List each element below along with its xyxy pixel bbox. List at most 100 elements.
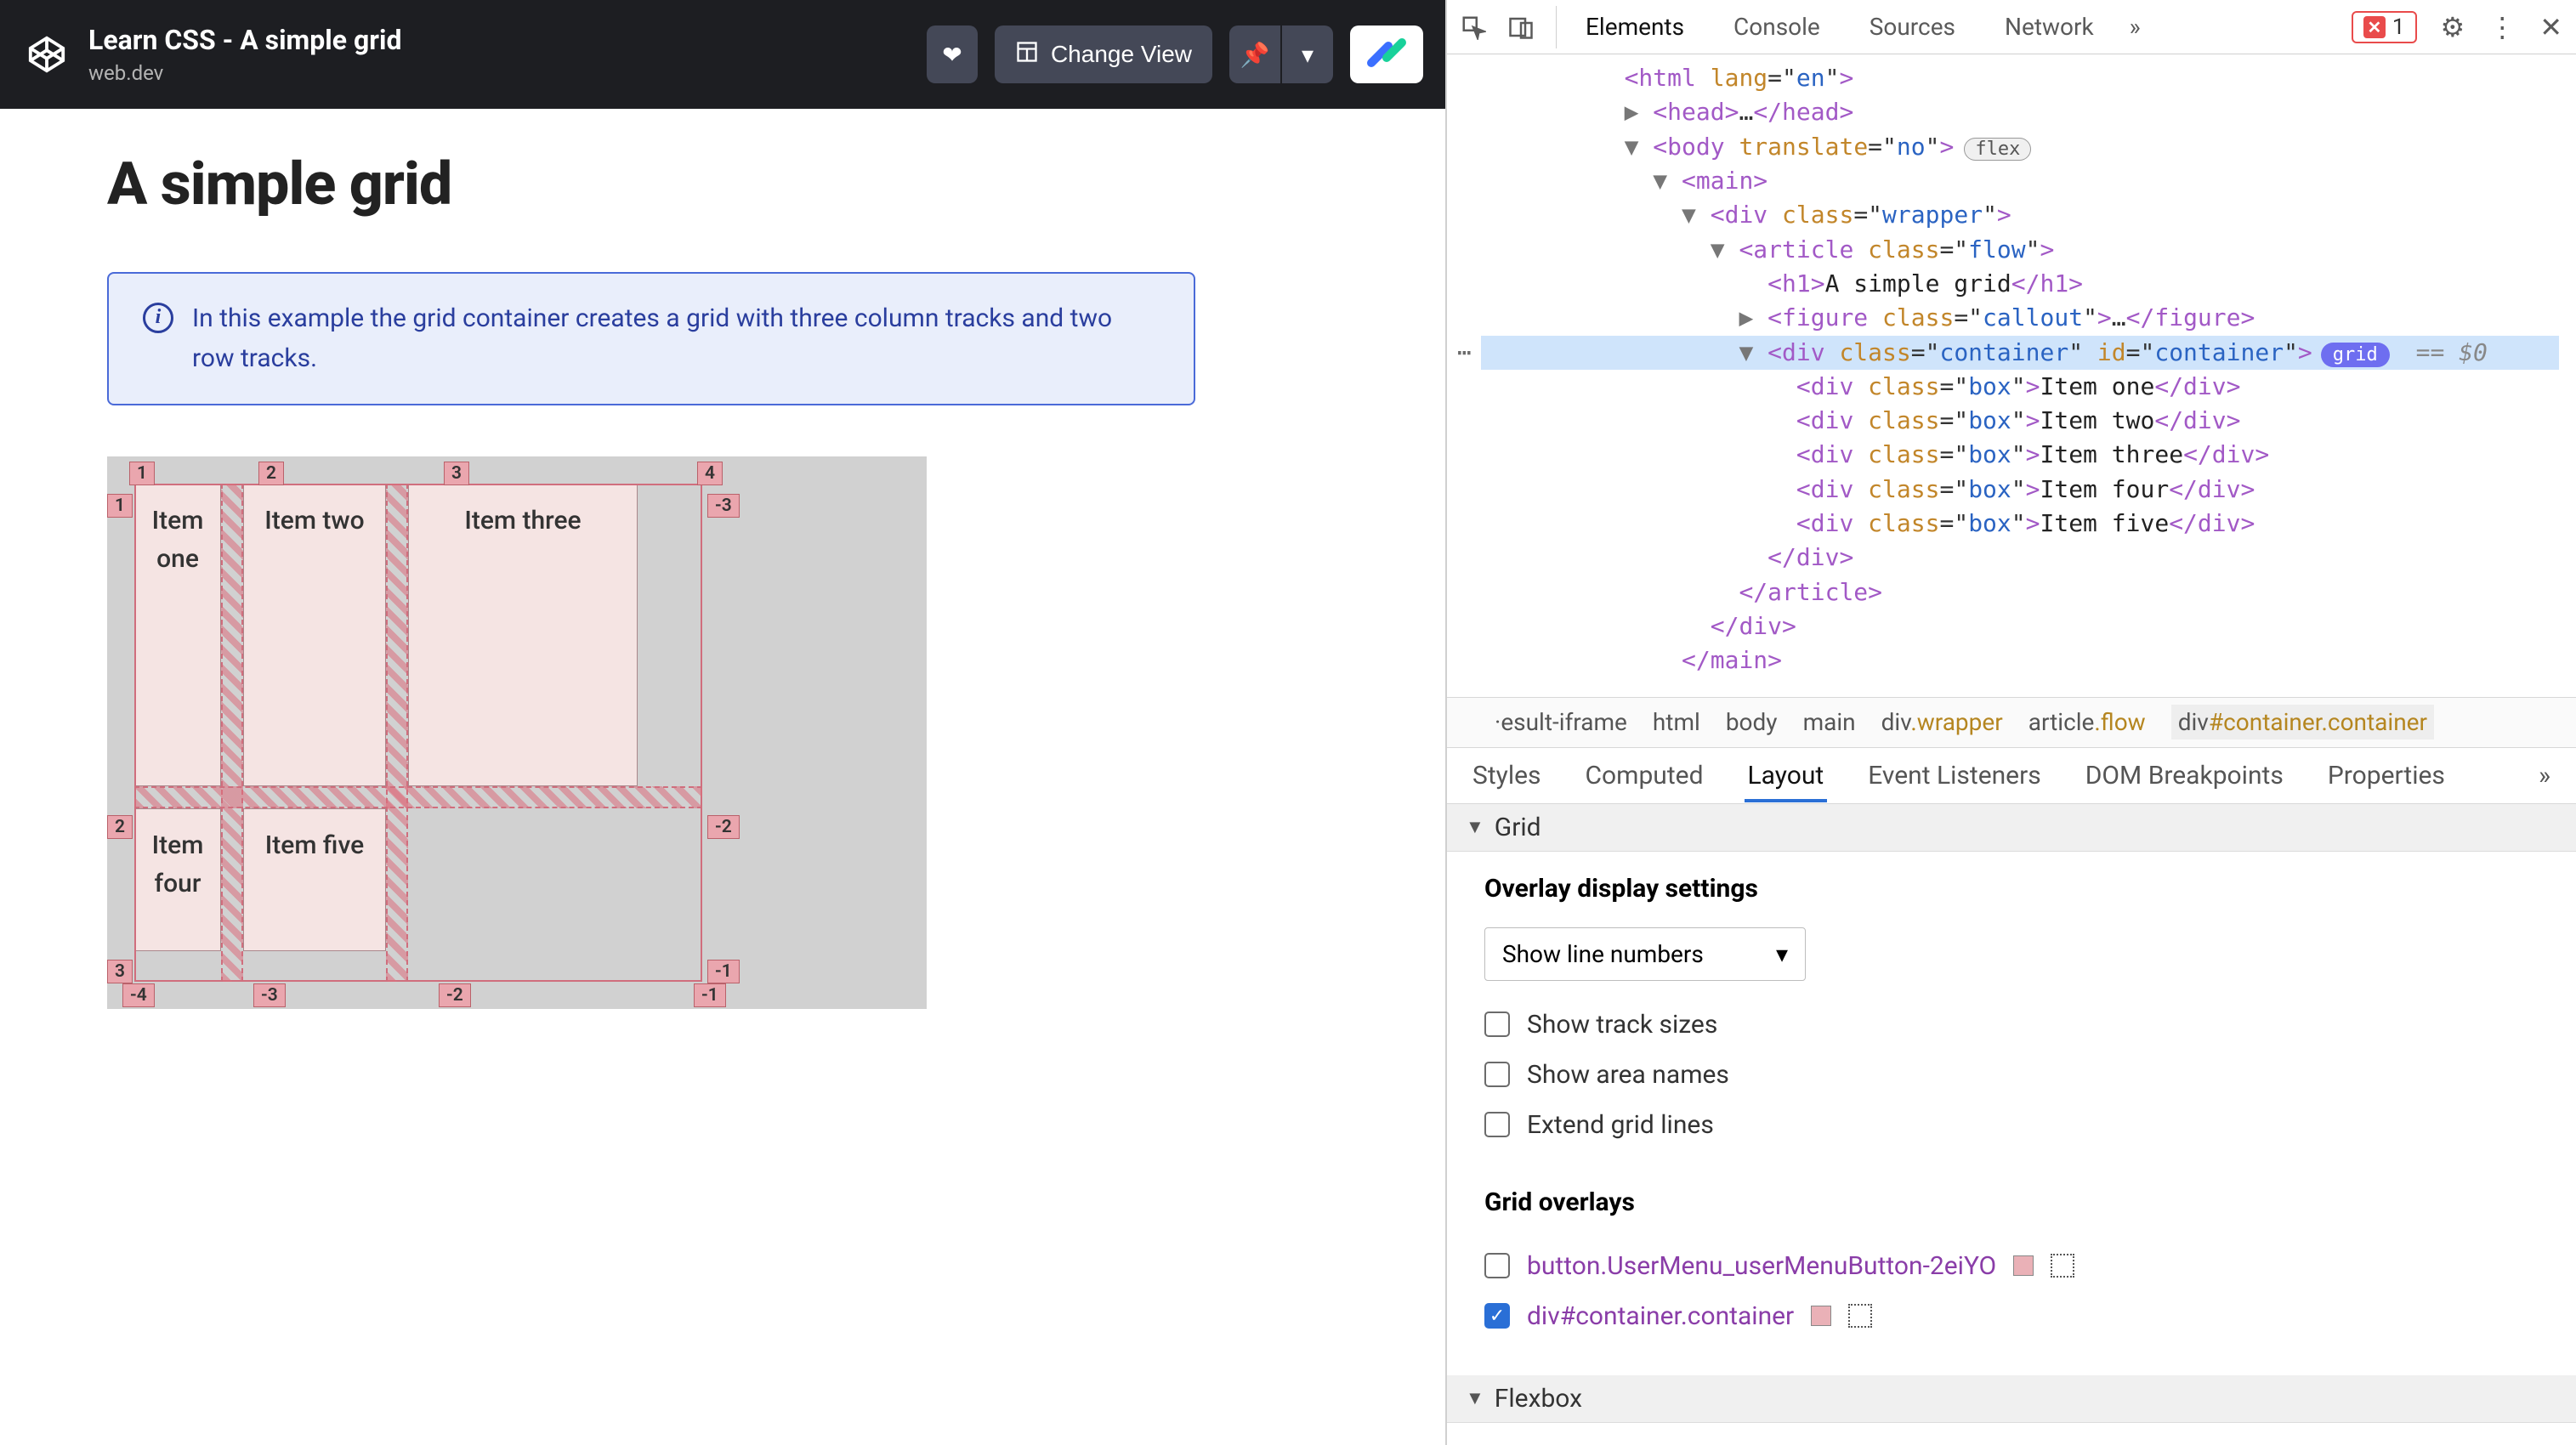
subtab-dom-breakpoints[interactable]: DOM Breakpoints xyxy=(2082,749,2287,802)
pen-author[interactable]: web.dev xyxy=(88,61,401,85)
styles-subtabbar: Styles Computed Layout Event Listeners DOM B… xyxy=(1447,748,2576,804)
heart-button[interactable]: ❤ xyxy=(927,26,978,83)
grid-line-label: 3 xyxy=(107,960,133,983)
callout-text: In this example the grid container creat… xyxy=(192,299,1160,378)
grid-demo-frame: Item one Item two Item three Item four I… xyxy=(107,456,927,1009)
subtab-event-listeners[interactable]: Event Listeners xyxy=(1864,749,2045,802)
dom-node[interactable]: ▶ <head>…</head> xyxy=(1481,95,2559,129)
dom-node[interactable]: <h1>A simple grid</h1> xyxy=(1481,267,2559,301)
dom-node[interactable]: ▼ <main> xyxy=(1481,164,2559,198)
dom-node[interactable]: ▼ <div class="wrapper"> xyxy=(1481,198,2559,232)
grid-line-label: -3 xyxy=(253,983,286,1007)
codepen-logo-icon[interactable] xyxy=(22,30,71,79)
breadcrumb[interactable]: div.wrapper xyxy=(1881,708,2003,736)
color-swatch[interactable] xyxy=(2013,1255,2034,1276)
dom-node[interactable]: </main> xyxy=(1481,643,2559,677)
grid-item[interactable]: Item two xyxy=(243,484,386,786)
breadcrumbs[interactable]: ·esult-iframe html body main div.wrapper arti… xyxy=(1447,697,2576,748)
change-view-button[interactable]: Change View xyxy=(995,26,1212,83)
pin-button[interactable]: 📌 xyxy=(1229,26,1280,83)
overlay-options-icon[interactable] xyxy=(1848,1304,1872,1328)
dom-node[interactable]: ▼ <body translate="no">flex xyxy=(1481,130,2559,164)
checkbox-label: Show area names xyxy=(1527,1060,1729,1090)
pin-dropdown-button[interactable]: ▾ xyxy=(1282,26,1333,83)
tab-sources[interactable]: Sources xyxy=(1863,8,1962,46)
disclosure-triangle-icon: ▼ xyxy=(1466,1387,1484,1409)
subtab-overflow-button[interactable]: » xyxy=(2535,749,2554,802)
breadcrumb[interactable]: article.flow xyxy=(2028,708,2146,736)
chevron-down-icon: ▾ xyxy=(1776,940,1788,968)
flexbox-section-title: Flexbox xyxy=(1495,1384,1582,1414)
line-numbers-select[interactable]: Show line numbers ▾ xyxy=(1484,927,1806,981)
checkbox[interactable] xyxy=(1484,1253,1510,1278)
devtools-main-tabbar: ElementsConsoleSourcesNetwork » ✕ 1 ⚙ ⋮ … xyxy=(1447,0,2576,54)
grid-item[interactable]: Item three xyxy=(408,484,638,786)
breadcrumb[interactable]: div#container.container xyxy=(2171,705,2434,740)
checkbox[interactable] xyxy=(1484,1112,1510,1137)
dom-node[interactable]: <html lang="en"> xyxy=(1481,61,2559,95)
dom-node[interactable]: </article> xyxy=(1481,575,2559,609)
checkbox-row: Show track sizes xyxy=(1484,1000,2539,1050)
dom-node[interactable]: <div class="box">Item four</div> xyxy=(1481,473,2559,507)
dom-node[interactable]: </div> xyxy=(1481,541,2559,575)
breadcrumb[interactable]: html xyxy=(1653,708,1700,736)
grid-item[interactable]: Item five xyxy=(243,808,386,951)
device-toolbar-icon[interactable] xyxy=(1508,14,1534,40)
close-icon[interactable]: ✕ xyxy=(2539,11,2562,43)
codepen-pane: Learn CSS - A simple grid web.dev ❤ Chan… xyxy=(0,0,1445,1445)
tab-network[interactable]: Network xyxy=(1998,8,2101,46)
grid-line-label: -1 xyxy=(694,983,726,1007)
info-icon: i xyxy=(143,303,173,333)
grid-container[interactable]: Item one Item two Item three Item four I… xyxy=(134,484,702,982)
subtab-styles[interactable]: Styles xyxy=(1469,749,1545,802)
checkbox[interactable] xyxy=(1484,1303,1510,1329)
error-badge[interactable]: ✕ 1 xyxy=(2352,11,2417,43)
checkbox-label: Extend grid lines xyxy=(1527,1110,1714,1140)
dom-node[interactable]: ▼ <div class="container" id="container">… xyxy=(1481,336,2559,370)
dom-node[interactable]: <div class="box">Item three</div> xyxy=(1481,438,2559,472)
subtab-layout[interactable]: Layout xyxy=(1745,749,1828,802)
inspect-element-icon[interactable] xyxy=(1461,14,1486,40)
checkbox[interactable] xyxy=(1484,1012,1510,1037)
breadcrumb[interactable]: body xyxy=(1726,708,1778,736)
tabbar-overflow-button[interactable]: » xyxy=(2123,8,2148,46)
pen-title[interactable]: Learn CSS - A simple grid xyxy=(88,24,401,56)
flexbox-section-header[interactable]: ▼ Flexbox xyxy=(1447,1375,2576,1423)
grid-section-title: Grid xyxy=(1495,813,1541,842)
tab-elements[interactable]: Elements xyxy=(1579,8,1691,46)
breadcrumb[interactable]: ·esult-iframe xyxy=(1495,708,1627,736)
overlay-options-icon[interactable] xyxy=(2051,1254,2074,1278)
dom-node[interactable]: </div> xyxy=(1481,609,2559,643)
grid-item[interactable]: Item one xyxy=(134,484,221,786)
dom-node[interactable]: <div class="box">Item five</div> xyxy=(1481,507,2559,541)
overlay-selector-label[interactable]: div#container.container xyxy=(1527,1301,1794,1331)
external-app-button[interactable] xyxy=(1350,26,1423,83)
grid-section-header[interactable]: ▼ Grid xyxy=(1447,804,2576,852)
grid-overlay-row: button.UserMenu_userMenuButton-2eiYO xyxy=(1484,1241,2539,1291)
grid-line-label: -4 xyxy=(122,983,155,1007)
dom-node[interactable]: <div class="box">Item two</div> xyxy=(1481,404,2559,438)
grid-line-label: 1 xyxy=(107,494,133,518)
layout-panel[interactable]: ▼ Grid Overlay display settings Show lin… xyxy=(1447,804,2576,1445)
breadcrumb[interactable]: main xyxy=(1803,708,1856,736)
kebab-menu-icon[interactable]: ⋮ xyxy=(2488,11,2516,43)
subtab-computed[interactable]: Computed xyxy=(1582,749,1707,802)
checkbox-label: Show track sizes xyxy=(1527,1010,1717,1040)
dom-tree[interactable]: <html lang="en"> ▶ <head>…</head> ▼ <bod… xyxy=(1447,54,2576,697)
dom-node[interactable]: <div class="box">Item one</div> xyxy=(1481,370,2559,404)
grid-line-label: 2 xyxy=(258,462,284,485)
subtab-properties[interactable]: Properties xyxy=(2324,749,2448,802)
tab-console[interactable]: Console xyxy=(1727,8,1827,46)
gear-icon[interactable]: ⚙ xyxy=(2441,11,2465,43)
dom-node[interactable]: ▶ <figure class="callout">…</figure> xyxy=(1481,301,2559,335)
grid-item[interactable]: Item four xyxy=(134,808,221,951)
checkbox[interactable] xyxy=(1484,1062,1510,1087)
layout-icon xyxy=(1015,40,1039,70)
dom-node[interactable]: ▼ <article class="flow"> xyxy=(1481,233,2559,267)
info-callout: i In this example the grid container cre… xyxy=(107,272,1195,405)
heart-icon: ❤ xyxy=(942,41,962,69)
select-value: Show line numbers xyxy=(1502,940,1704,968)
color-swatch[interactable] xyxy=(1811,1306,1831,1326)
grid-overlays-heading: Grid overlays xyxy=(1484,1187,2539,1217)
overlay-selector-label[interactable]: button.UserMenu_userMenuButton-2eiYO xyxy=(1527,1251,1996,1281)
